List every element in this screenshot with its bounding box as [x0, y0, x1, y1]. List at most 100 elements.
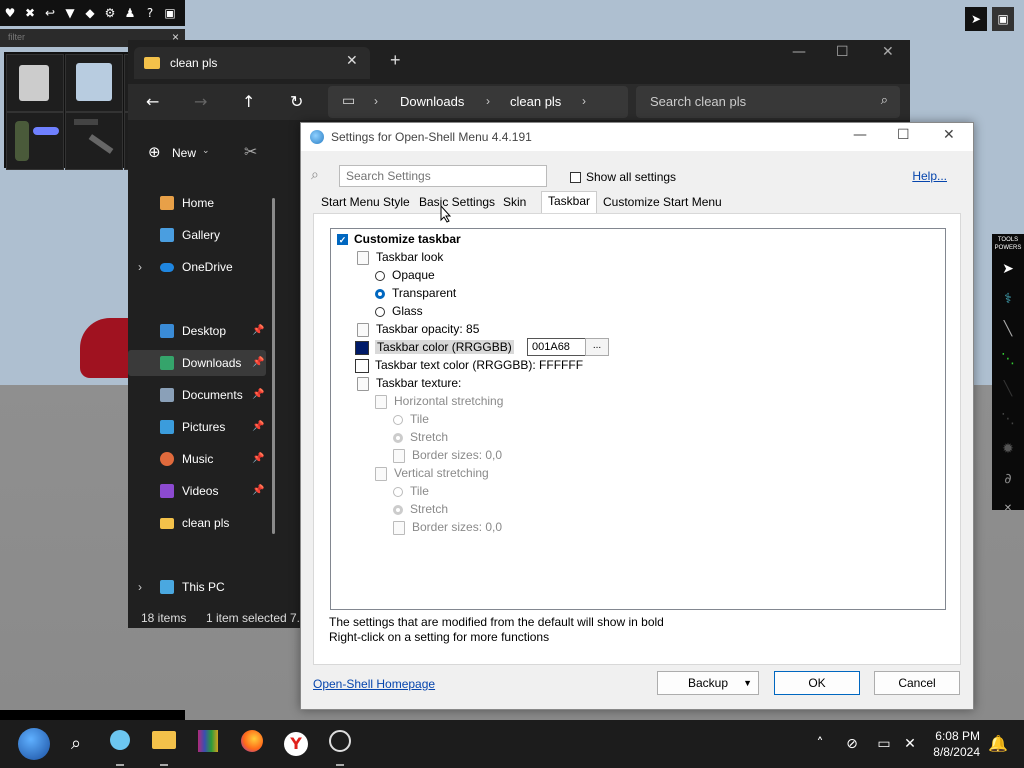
game-toolbar[interactable]: ♥ ✖ ↩ ▼ ◆ ⚙ ♟? ▣	[0, 0, 185, 26]
show-all-checkbox[interactable]	[570, 170, 581, 184]
sidebar-item-music[interactable]: Music 📌	[128, 446, 278, 472]
forward-arrow-icon[interactable]: →	[194, 92, 207, 111]
sidebar-item-this-pc[interactable]: › This PC	[128, 574, 278, 600]
close-window-icon[interactable]: ✕	[882, 44, 894, 60]
transparent-option[interactable]: Transparent	[375, 284, 456, 302]
radio-selected-icon[interactable]	[393, 432, 403, 443]
chevron-right-icon[interactable]: ›	[138, 574, 142, 600]
taskbar-color-option[interactable]: Taskbar color (RRGGBB) 001A68 ...	[355, 338, 615, 356]
homepage-link[interactable]: Open-Shell Homepage	[313, 677, 435, 691]
game-app-icon[interactable]	[326, 730, 354, 758]
sidebar-item-home[interactable]: Home	[128, 190, 278, 216]
close-icon[interactable]: ✕	[943, 127, 955, 143]
notification-bell-icon[interactable]: 🔔	[984, 730, 1012, 758]
sidebar-item-onedrive[interactable]: › OneDrive	[128, 254, 278, 280]
game-right-tools[interactable]: ➤ ▣	[965, 7, 1020, 31]
sidebar-item-documents[interactable]: Documents 📌	[128, 382, 278, 408]
glass-option[interactable]: Glass	[375, 302, 423, 320]
help-link[interactable]: Help...	[912, 169, 947, 183]
sidebar-item-videos[interactable]: Videos 📌	[128, 478, 278, 504]
cursor-tool-icon[interactable]: ➤	[995, 256, 1021, 282]
yandex-browser-icon[interactable]: Y	[282, 730, 310, 758]
radio-icon[interactable]	[393, 486, 403, 497]
chain-tool-icon[interactable]: ⋱	[995, 406, 1021, 432]
drag-tool-icon[interactable]: ⚕	[995, 286, 1021, 312]
back-arrow-icon[interactable]: ←	[146, 92, 159, 111]
taskbar-opacity-option[interactable]: Taskbar opacity: 85	[357, 320, 479, 338]
plus-icon[interactable]: ⊕	[148, 143, 161, 161]
gear-tool-icon[interactable]: ✹	[995, 436, 1021, 462]
radio-selected-icon[interactable]	[393, 504, 403, 515]
tools-panel[interactable]: TOOLS POWERS ➤ ⚕ ╲ ⋱ ╲ ⋱ ✹ ∂ ✕	[992, 234, 1024, 514]
checkbox-box[interactable]	[570, 172, 581, 184]
sidebar-scrollbar[interactable]	[272, 198, 275, 534]
search-icon[interactable]: ⌕	[62, 730, 90, 758]
tab-skin[interactable]: Skin	[499, 195, 530, 209]
customize-taskbar-option[interactable]: ✓ Customize taskbar	[337, 230, 461, 248]
color-picker-button[interactable]: ...	[585, 338, 609, 356]
rope-tool-icon[interactable]: ╲	[995, 376, 1021, 402]
game-toolbar-icon[interactable]: ▼	[60, 6, 80, 20]
new-tab-button[interactable]: +	[390, 50, 401, 71]
spring-tool-icon[interactable]: ⋱	[995, 346, 1021, 372]
address-bar[interactable]: ▭ › Downloads › clean pls ›	[328, 86, 628, 118]
item-cell[interactable]	[65, 112, 123, 170]
item-cell[interactable]	[6, 112, 64, 170]
taskbar-look-group[interactable]: Taskbar look	[357, 248, 443, 266]
game-toolbar-icon[interactable]: ♥	[0, 6, 20, 20]
start-button-icon[interactable]	[18, 728, 50, 760]
open-shell-icon[interactable]	[106, 730, 134, 758]
breadcrumb-clean-pls[interactable]: clean pls	[510, 94, 561, 109]
tab-customize-start-menu[interactable]: Customize Start Menu	[599, 195, 726, 209]
sidebar-item-desktop[interactable]: Desktop 📌	[128, 318, 278, 344]
firefox-icon[interactable]	[238, 730, 266, 758]
hook-tool-icon[interactable]: ∂	[995, 466, 1021, 492]
h-tile-option[interactable]: Tile	[393, 410, 429, 428]
new-button[interactable]: New	[172, 146, 196, 160]
minimize-icon[interactable]: —	[853, 127, 867, 143]
volume-off-icon[interactable]: ✕	[896, 730, 924, 758]
maximize-icon[interactable]: ☐	[897, 127, 910, 143]
h-stretch-option[interactable]: Stretch	[393, 428, 448, 446]
v-border-option[interactable]: Border sizes: 0,0	[393, 518, 502, 536]
network-off-icon[interactable]: ⊘	[838, 730, 866, 758]
game-toolbar-icon[interactable]: ✖	[20, 6, 40, 20]
cut-icon[interactable]: ✂	[244, 142, 257, 161]
game-toolbar-icon[interactable]: ⚙	[100, 6, 120, 20]
sidebar-item-gallery[interactable]: Gallery	[128, 222, 278, 248]
cancel-button[interactable]: Cancel	[874, 671, 960, 695]
taskbar-clock[interactable]: 6:08 PM 8/8/2024	[933, 728, 980, 760]
up-arrow-icon[interactable]: ↑	[242, 92, 255, 111]
game-toolbar-icon[interactable]: ◆	[80, 6, 100, 20]
taskbar-text-color-option[interactable]: Taskbar text color (RRGGBB): FFFFFF	[355, 356, 583, 374]
vertical-stretching-group[interactable]: Vertical stretching	[375, 464, 489, 482]
radio-icon[interactable]	[375, 306, 385, 317]
breadcrumb-downloads[interactable]: Downloads	[400, 94, 464, 109]
game-toolbar-icon[interactable]: ▣	[160, 6, 180, 20]
winrar-icon[interactable]	[194, 730, 222, 758]
tab-basic-settings[interactable]: Basic Settings	[415, 195, 499, 209]
show-all-label[interactable]: Show all settings	[586, 170, 676, 184]
game-toolbar-icon[interactable]: ↩	[40, 6, 60, 20]
minimize-icon[interactable]: —	[792, 44, 806, 60]
v-stretch-option[interactable]: Stretch	[393, 500, 448, 518]
game-toolbar-icon[interactable]: ♟	[120, 6, 140, 20]
game-toolbar-icon[interactable]: ?	[140, 6, 160, 20]
tab-start-menu-style[interactable]: Start Menu Style	[317, 195, 414, 209]
small-tool-icon[interactable]: ✕	[995, 496, 1021, 522]
h-border-option[interactable]: Border sizes: 0,0	[393, 446, 502, 464]
monitor-icon[interactable]: ▣	[992, 7, 1014, 31]
select-cursor-icon[interactable]: ➤	[965, 7, 987, 31]
tab-taskbar[interactable]: Taskbar	[541, 191, 598, 214]
chevron-right-icon[interactable]: ›	[138, 254, 142, 280]
sidebar-item-pictures[interactable]: Pictures 📌	[128, 414, 278, 440]
chevron-up-icon[interactable]: ˄	[806, 730, 834, 758]
backup-button[interactable]: Backup ▼	[657, 671, 759, 695]
explorer-search-input[interactable]: Search clean pls ⌕	[636, 86, 900, 118]
chevron-down-icon[interactable]: ⌄	[202, 145, 210, 156]
ok-button[interactable]: OK	[774, 671, 860, 695]
file-explorer-icon[interactable]	[150, 730, 178, 758]
sidebar-item-clean-pls[interactable]: clean pls	[128, 510, 278, 536]
item-cell[interactable]	[65, 54, 123, 112]
close-tab-icon[interactable]: ✕	[346, 53, 358, 69]
